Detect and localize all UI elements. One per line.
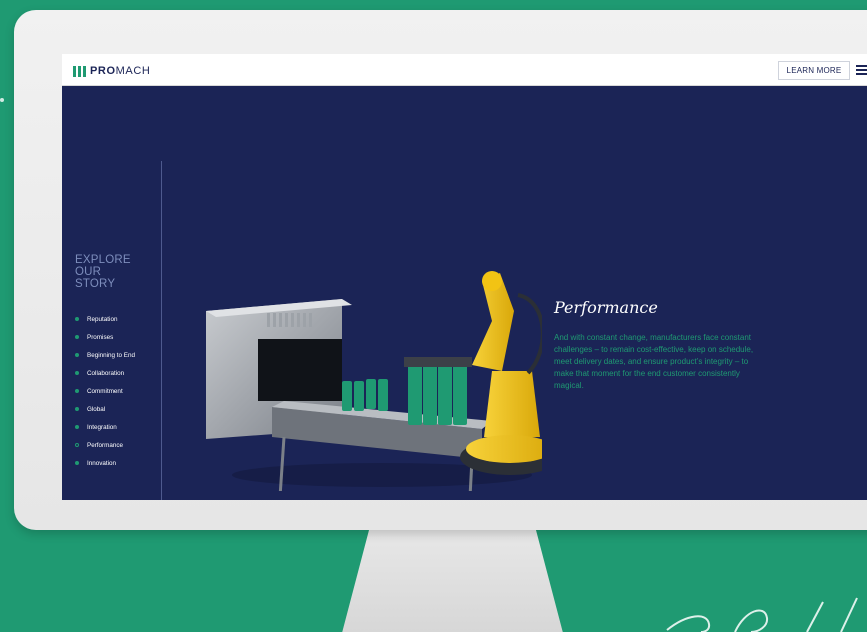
monitor-frame: PROMACH LEARN MORE EXPLORE OUR STORY Rep…: [14, 10, 867, 530]
nav-dot-icon: [75, 407, 79, 411]
monitor-stand: [342, 520, 563, 632]
section-body: And with constant change, manufacturers …: [554, 333, 754, 390]
nav-dot-icon: [75, 317, 79, 321]
nav-item-beginning-to-end[interactable]: Beginning to End: [75, 346, 135, 364]
nav-item-global[interactable]: Global: [75, 400, 135, 418]
nav-item-label: Promises: [87, 333, 114, 341]
hamburger-menu-icon[interactable]: [856, 65, 867, 75]
nav-item-label: Reputation: [87, 315, 118, 323]
logo-bars-icon: [73, 65, 86, 77]
section-title: Performance: [554, 298, 658, 317]
logo-bold-text: PRO: [90, 65, 116, 77]
nav-item-promises[interactable]: Promises: [75, 328, 135, 346]
story-nav: Reputation Promises Beginning to End Col…: [75, 310, 135, 472]
nav-item-label: Collaboration: [87, 369, 125, 377]
nav-dot-icon: [75, 335, 79, 339]
promach-logo[interactable]: PROMACH: [73, 64, 150, 78]
background-scribble: [666, 597, 858, 632]
logo-light-text: MACH: [115, 65, 151, 77]
nav-item-reputation[interactable]: Reputation: [75, 310, 135, 328]
explore-heading: EXPLORE OUR STORY: [75, 254, 155, 290]
nav-item-collaboration[interactable]: Collaboration: [75, 364, 135, 382]
nav-dot-icon: [75, 353, 79, 357]
nav-dot-active-icon: [75, 443, 79, 447]
nav-item-label: Performance: [87, 441, 124, 449]
explore-line: EXPLORE: [75, 254, 131, 266]
nav-item-label: Innovation: [87, 459, 117, 467]
website-screen: PROMACH LEARN MORE EXPLORE OUR STORY Rep…: [62, 54, 867, 500]
background-dot: [0, 98, 4, 102]
nav-dot-icon: [75, 461, 79, 465]
nav-item-performance[interactable]: Performance: [75, 436, 135, 454]
nav-item-label: Integration: [87, 423, 117, 431]
explore-line: OUR: [75, 266, 102, 278]
learn-more-button[interactable]: LEARN MORE: [778, 61, 850, 80]
nav-dot-icon: [75, 371, 79, 375]
explore-line: STORY: [75, 278, 116, 290]
nav-item-commitment[interactable]: Commitment: [75, 382, 135, 400]
nav-item-label: Beginning to End: [87, 351, 135, 359]
nav-dot-icon: [75, 389, 79, 393]
nav-item-label: Commitment: [87, 387, 123, 395]
nav-item-label: Global: [87, 405, 106, 413]
sidebar-divider: [161, 161, 162, 500]
nav-dot-icon: [75, 425, 79, 429]
nav-item-innovation[interactable]: Innovation: [75, 454, 135, 472]
site-header: PROMACH LEARN MORE: [62, 54, 867, 86]
robot-arm-machine-illustration: [206, 271, 542, 491]
nav-item-integration[interactable]: Integration: [75, 418, 135, 436]
